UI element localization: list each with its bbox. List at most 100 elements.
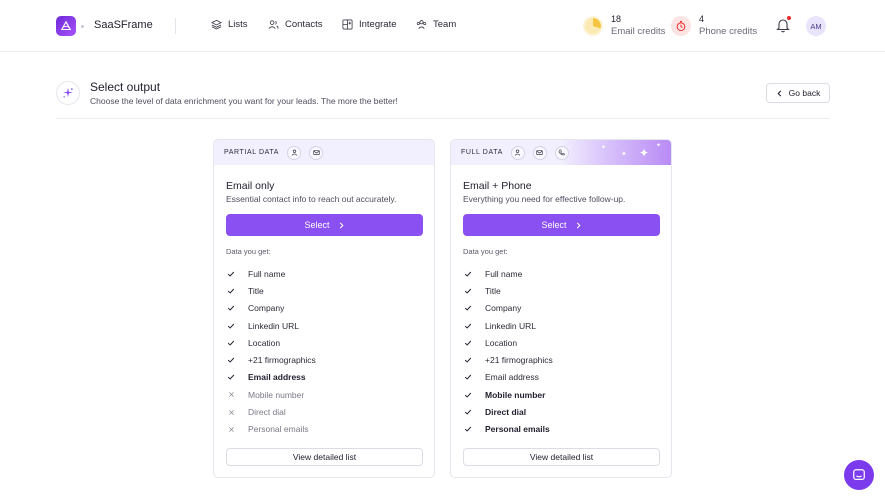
check-icon [463,356,473,364]
feature-label: Full name [248,268,286,279]
select-full-button[interactable]: Select [463,214,660,236]
check-icon [463,322,473,330]
email-credits-pie-icon [583,15,603,36]
nav-item-label: Lists [228,19,248,30]
email-credits-count: 18 [611,14,622,24]
nav-divider [175,18,176,34]
check-icon [463,339,473,347]
nav-item-lists[interactable]: Lists [211,19,248,30]
check-icon [226,304,236,312]
page-subtitle: Choose the level of data enrichment you … [90,96,398,106]
feature-label: Full name [485,268,523,279]
check-icon [226,270,236,278]
layers-icon [211,19,222,30]
feature-item: Direct dial [226,403,426,420]
nav-item-contacts[interactable]: Contacts [268,19,323,30]
card-header: PARTIAL DATA [214,140,434,165]
feature-label: Location [248,337,281,348]
feature-list: Full name Title Company Linkedin URL Locatio… [463,265,663,438]
logo-mark-icon [60,20,72,31]
phone-credits[interactable]: 4 Phone credits [671,13,757,38]
feature-label: Personal emails [485,424,550,435]
page-title: Select output [90,80,161,94]
check-icon [226,373,236,381]
card-description: Essential contact info to reach out accu… [226,194,397,204]
sparkle-icon: ✦ [656,143,662,149]
feature-label: Linkedin URL [485,320,537,331]
feature-label: +21 firmographics [485,355,553,366]
avatar[interactable]: AM [806,16,826,36]
card-title: Email only [226,180,275,192]
select-partial-button[interactable]: Select [226,214,423,236]
view-detailed-list-button[interactable]: View detailed list [463,448,660,466]
partial-data-card: PARTIAL DATA Email only Essential contac… [213,139,435,478]
feature-label: Email address [248,372,306,383]
feature-label: Mobile number [485,389,546,400]
chevron-right-icon [576,222,581,228]
chat-button[interactable] [844,460,874,490]
stopwatch-icon [671,15,691,36]
feature-item: Linkedin URL [463,317,663,334]
feature-label: Direct dial [248,407,286,418]
feature-item: Title [226,282,426,299]
person-icon [510,145,525,160]
feature-item: Company [226,300,426,317]
nav-item-integrate[interactable]: Integrate [342,19,397,30]
brand-name[interactable]: SaaSFrame [94,19,153,31]
feature-label: Direct dial [485,407,527,418]
x-icon [226,426,236,433]
feature-item: Location [226,334,426,351]
go-back-label: Go back [788,88,821,98]
sparkle-icon: ✦ [639,146,650,160]
chevron-right-icon [339,222,344,228]
feature-item: +21 firmographics [226,351,426,368]
chevron-left-icon [777,90,781,96]
nav-item-team[interactable]: Team [416,19,456,30]
feature-label: Title [485,285,501,296]
card-header-label: FULL DATA [461,149,503,156]
email-credits-label: Email credits [611,26,666,37]
check-icon [463,425,473,433]
feature-item: Mobile number [226,386,426,403]
x-icon [226,409,236,416]
mail-icon [532,145,547,160]
view-detailed-list-button[interactable]: View detailed list [226,448,423,466]
data-you-get-label: Data you get: [226,247,271,256]
sparkle-icon: ✦ [601,145,607,151]
sparkle-icon [56,81,80,105]
email-credits[interactable]: 18 Email credits [583,13,665,38]
feature-label: Linkedin URL [248,320,300,331]
check-icon [226,356,236,364]
sparkle-banner: ✦ ✦ ✦ ✦ [561,140,671,165]
feature-label: Email address [485,372,539,383]
phone-credits-label: Phone credits [699,26,758,37]
check-icon [463,304,473,312]
feature-label: Company [248,303,285,314]
top-nav-bar: SaaSFrame Lists Contacts Integrate Team … [0,0,885,52]
go-back-button[interactable]: Go back [766,83,830,103]
users-icon [268,20,279,29]
chat-icon [853,469,865,480]
feature-item: Email address [463,369,663,386]
card-title: Email + Phone [463,180,532,192]
nav-item-label: Integrate [359,19,397,30]
x-icon [226,391,236,398]
check-icon [463,391,473,399]
feature-label: Personal emails [248,424,309,435]
feature-list: Full name Title Company Linkedin URL Locatio… [226,265,426,438]
data-you-get-label: Data you get: [463,247,508,256]
app-logo[interactable] [56,16,76,36]
feature-item: Full name [226,265,426,282]
nav-item-label: Contacts [285,19,323,30]
feature-label: Company [485,303,522,314]
feature-item: Personal emails [226,421,426,438]
card-header: ✦ ✦ ✦ ✦ FULL DATA [451,140,671,165]
phone-credits-count: 4 [699,14,705,24]
nav-item-label: Team [433,19,457,30]
feature-item: Email address [226,369,426,386]
feature-item: Personal emails [463,421,663,438]
feature-item: Direct dial [463,403,663,420]
feature-label: Location [485,337,518,348]
team-icon [416,20,427,29]
check-icon [226,287,236,295]
